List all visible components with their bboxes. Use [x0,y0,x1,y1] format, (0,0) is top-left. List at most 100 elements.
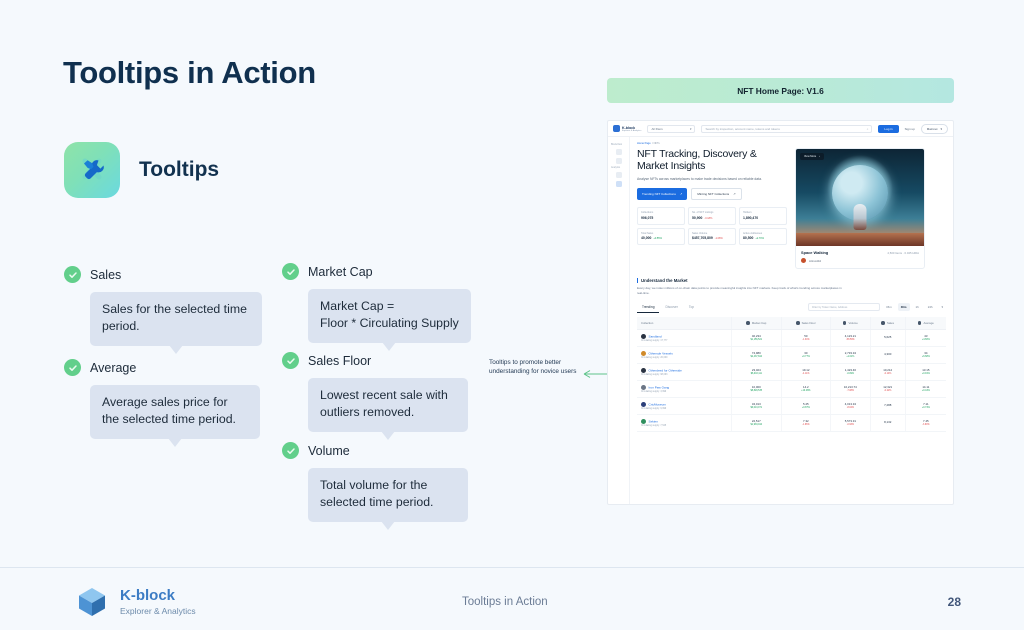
filter-select[interactable]: All filters ▾ [647,124,696,133]
cell-collection[interactable]: Othersde Vessels Circulating supply: 20,0… [637,346,732,364]
cell-collection[interactable]: Sekien Circulating supply: 7,545 [637,414,732,432]
cell-sales-floor: 5.25 +0.87% [780,397,831,415]
stat-card: Collections 906,075 [637,207,685,225]
tab-top[interactable]: Top [684,302,699,313]
search-icon: ⌕ [866,126,869,131]
cell-collection[interactable]: Sandland Circulating supply: 17,777 [637,329,732,347]
check-icon [64,359,81,376]
sidebar-item-charts[interactable] [615,172,622,178]
sidebar-item-blocks[interactable] [615,158,622,164]
timeframe-1h[interactable]: 1h [913,303,922,311]
tooltip-heading: Sales Floor [282,352,468,369]
average-sub: +0.74% [921,407,930,410]
average-value: 34 [924,351,928,356]
signup-button[interactable]: Sign up [905,127,915,131]
tab-trending[interactable]: Trending [637,302,660,313]
cell-collection[interactable]: Otherdeed for Otherside Circulating suppl… [637,363,732,381]
cell-average: 7.45 -3.60% [904,414,946,432]
trending-collections-button[interactable]: Trending NFT Collections ↗ [637,188,688,201]
market-cap-value: 23,404 [751,368,761,373]
collection-name[interactable]: CricMuseum [649,402,666,406]
minting-collections-button[interactable]: Minting NFT Collections ↗ [691,188,742,201]
col-market-cap[interactable]: Market Cap [730,316,782,330]
average-value: 13.15 [922,368,930,373]
cell-collection[interactable]: CricMuseum Circulating supply: 9,999 [637,397,732,415]
breadcrumb-home[interactable]: Home Page [637,142,651,145]
cell-market-cap: 34,013 $6,013,071 [730,397,782,415]
cell-market-cap: 10,000 $8,829,535 [730,380,782,398]
cell-collection[interactable]: Iron Paw Gang Circulating supply: 3,999 [637,380,732,398]
collection-name[interactable]: Otherdeed for Otherside [649,368,682,372]
table-row[interactable]: Iron Paw Gang Circulating supply: 3,999 1… [637,380,946,398]
col-sales-label: Sales [886,320,894,325]
search-input[interactable]: Search by inspection, account name, toke… [701,124,873,133]
cube-logo-icon [79,588,105,616]
table-row[interactable]: Otherdeed for Otherside Circulating suppl… [637,363,946,381]
collection-avatar [641,350,646,356]
network-select[interactable]: Mainnet ▾ [920,123,948,134]
timeframe-24h[interactable]: 24h [925,303,936,311]
section-body: Every day, we index millions of on-chain… [637,286,842,295]
sidebar-item-home[interactable] [615,149,622,155]
trending-collections-label: Trending NFT Collections [642,192,676,197]
login-button[interactable]: Log in [878,124,899,133]
timeframe-15m[interactable]: 15m [883,303,895,311]
arrow-up-right-icon: ↗ [733,192,736,197]
market-cap-value: 10,000 [751,385,761,390]
view-more-button[interactable]: View More › [800,153,825,160]
market-section: Understand the Market Every day, we inde… [637,278,946,432]
cell-sales-floor: 30 +0.77% [780,346,831,364]
collection-name[interactable]: Othersde Vessels [649,351,673,355]
collection-avatar [641,418,646,424]
tooltip-title: Market Cap [308,264,373,279]
tab-discover[interactable]: Discover [660,302,682,313]
col-sales-floor[interactable]: Sales Floor [780,316,831,330]
tooltip-title: Sales Floor [308,353,372,368]
sidebar-item-nft[interactable] [615,181,622,187]
tooltip-heading: Volume [282,442,468,459]
stat-label: No. of NFT Listings [692,211,714,215]
floor-sub: +0.87% [801,407,810,410]
nft-home-page-mock: K-block Explorer & Analytics All filters… [607,120,954,505]
volume-value: 1,423.46 [844,368,856,373]
tooltip-bubble: Total volume for the selected time perio… [308,468,468,522]
market-cap-sub: $1,933,044 [750,424,763,427]
sales-value: 5,625 [884,335,892,340]
annotation-text: Tooltips to promote better understanding… [489,359,577,376]
col-volume[interactable]: Volume [829,316,871,330]
breadcrumb: Home Page / NFTs [637,142,660,145]
table-row[interactable]: CricMuseum Circulating supply: 9,999 34,0… [637,397,946,415]
tooltip-group-sales: Sales Sales for the selected time period… [64,266,262,346]
average-sub: +0.44% [921,390,930,393]
floor-value: 30 [804,351,808,356]
col-sales[interactable]: Sales [869,316,906,330]
horizon-graphic [796,233,924,246]
mock-headline: NFT Tracking, Discovery & Market Insight… [637,148,757,173]
timeframe-30m[interactable]: 30m [897,303,910,312]
table-row[interactable]: Othersde Vessels Circulating supply: 20,0… [637,346,946,364]
stat-value: 906,075 [641,215,654,220]
col-collection[interactable]: Collection [637,316,732,330]
tooltip-bubble: Sales for the selected time period. [90,292,262,346]
token-filter-input[interactable]: Filter by Token Name, Address [808,303,881,312]
collection-name[interactable]: Sekien [649,419,658,423]
featured-creator[interactable]: Arimo444 [809,259,821,263]
tooltip-heading: Market Cap [282,263,471,280]
col-average[interactable]: Average [904,316,946,330]
mock-brand[interactable]: K-block Explorer & Analytics [613,125,641,132]
floor-sub: +0.77% [801,356,810,359]
chevron-down-icon[interactable]: ▾ [939,303,946,311]
collection-name[interactable]: Iron Paw Gang [649,385,670,389]
collection-name[interactable]: Sandland [649,334,662,338]
table-row[interactable]: Sandland Circulating supply: 17,777 40,23… [637,329,946,347]
stat-label: Sales Volume [692,231,708,235]
table-row[interactable]: Sekien Circulating supply: 7,545 22,517 $1… [637,414,946,432]
footer-brand-sub: Explorer & Analytics [120,605,196,616]
featured-collection-card[interactable]: View More › Space Walking 2,500 Items · … [795,148,925,269]
footer-brand: K-block [120,587,176,605]
chevron-down-icon: ▾ [940,126,942,131]
check-icon [282,263,299,280]
cell-market-cap: 23,404 $6,043,111 [730,363,782,381]
tooltip-heading: Sales [64,266,262,283]
footer-logo: K-block Explorer & Analytics [75,585,196,619]
